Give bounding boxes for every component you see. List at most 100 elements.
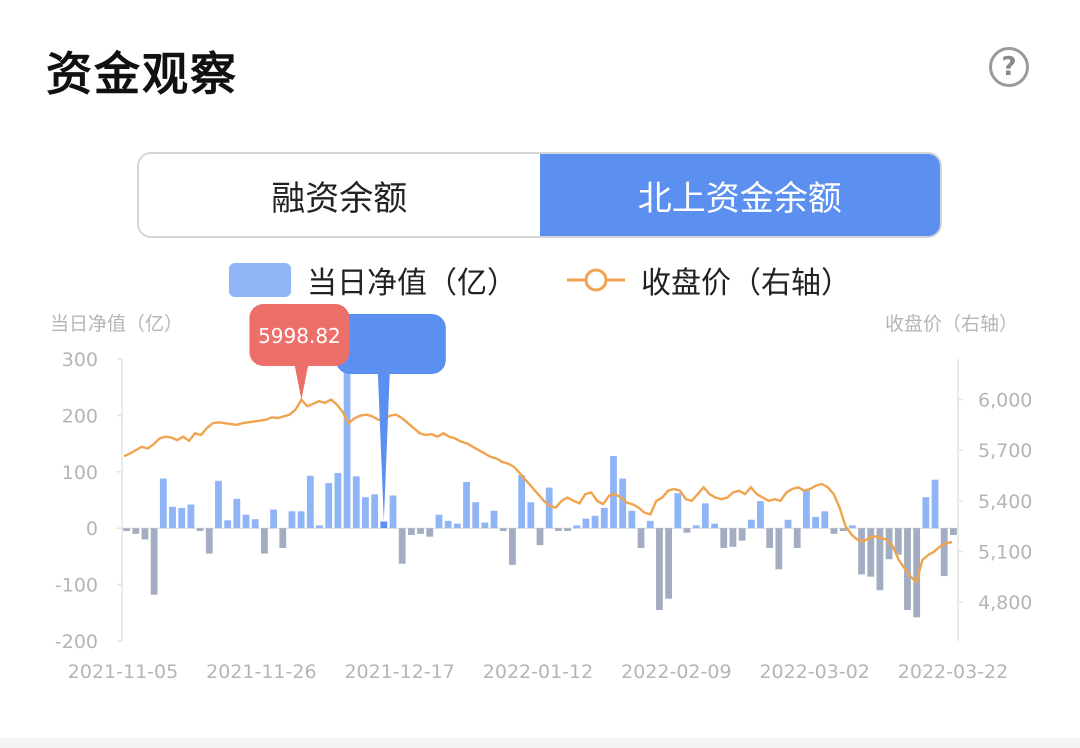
net-flow-bar[interactable]	[435, 514, 443, 529]
net-flow-bar[interactable]	[463, 481, 470, 529]
net-flow-bar[interactable]	[205, 528, 213, 554]
net-flow-bar[interactable]	[656, 528, 663, 610]
net-flow-bar[interactable]	[683, 528, 691, 533]
x-tick-label: 2022-02-09	[621, 661, 731, 683]
net-flow-bar[interactable]	[334, 472, 342, 529]
net-flow-bar[interactable]	[830, 528, 838, 534]
left-axis-title: 当日净值（亿）	[50, 313, 183, 335]
net-flow-bar[interactable]	[591, 515, 599, 529]
net-flow-bar[interactable]	[297, 511, 305, 529]
net-flow-bar[interactable]	[187, 504, 195, 529]
net-flow-bar[interactable]	[215, 480, 222, 529]
net-flow-bar[interactable]	[499, 528, 507, 532]
net-flow-bar[interactable]	[950, 528, 957, 535]
net-flow-bar[interactable]	[610, 456, 617, 529]
net-flow-bar[interactable]	[288, 511, 296, 529]
net-flow-bar[interactable]	[803, 490, 810, 529]
net-flow-bar[interactable]	[398, 528, 406, 564]
net-flow-bar[interactable]	[692, 525, 700, 529]
net-flow-bar[interactable]	[720, 528, 728, 548]
net-flow-bar[interactable]	[123, 528, 130, 532]
net-flow-bar[interactable]	[858, 528, 865, 575]
net-flow-bar[interactable]	[426, 528, 434, 537]
net-flow-bar[interactable]	[141, 528, 149, 540]
net-flow-bar[interactable]	[325, 483, 333, 529]
net-flow-bar[interactable]	[362, 497, 369, 529]
net-flow-bar[interactable]	[242, 514, 250, 529]
net-flow-bar[interactable]	[729, 528, 737, 547]
net-flow-bar[interactable]	[711, 523, 718, 529]
net-flow-bar[interactable]	[628, 510, 636, 529]
legend-item-close[interactable]: 收盘价（右轴）	[565, 258, 851, 302]
net-flow-bar[interactable]	[518, 475, 526, 529]
left-tick-label: 200	[62, 405, 98, 427]
net-flow-bar[interactable]	[444, 520, 452, 529]
net-flow-bar[interactable]	[545, 487, 553, 529]
left-tick-label: -200	[55, 631, 98, 653]
net-flow-bar[interactable]	[132, 528, 140, 534]
net-flow-bar[interactable]	[747, 519, 755, 529]
net-flow-bar[interactable]	[922, 497, 930, 529]
net-flow-bar[interactable]	[738, 528, 746, 541]
net-flow-bar[interactable]	[196, 528, 204, 532]
net-flow-bar[interactable]	[757, 501, 764, 529]
net-flow-bar[interactable]	[637, 528, 645, 548]
net-flow-bar[interactable]	[159, 478, 167, 529]
net-flow-bar[interactable]	[674, 493, 682, 529]
net-flow-bar[interactable]	[867, 528, 875, 577]
net-flow-bar[interactable]	[306, 475, 314, 529]
bar-tooltip-bubble	[335, 314, 446, 374]
net-flow-bar[interactable]	[812, 516, 820, 529]
net-flow-bar[interactable]	[509, 528, 516, 565]
net-flow-bar[interactable]	[775, 528, 783, 570]
net-flow-bar[interactable]	[279, 528, 287, 548]
net-flow-bar[interactable]	[766, 528, 774, 548]
net-flow-bar[interactable]	[224, 520, 232, 529]
left-tick-label: 300	[62, 349, 98, 371]
fund-flow-chart[interactable]: 5998.82 当日净值（亿） 收盘价（右轴） 300 200 100 0 -100 -200…	[0, 300, 1080, 720]
net-flow-bar[interactable]	[481, 522, 489, 529]
net-flow-bar[interactable]	[646, 520, 654, 529]
net-flow-bar[interactable]	[380, 521, 388, 529]
net-flow-bar[interactable]	[600, 507, 608, 529]
net-flow-bar[interactable]	[260, 528, 268, 554]
x-tick-label: 2021-11-05	[68, 661, 178, 683]
net-flow-bar[interactable]	[407, 528, 415, 535]
net-flow-bar[interactable]	[821, 511, 829, 529]
net-flow-bar[interactable]	[251, 519, 259, 529]
net-flow-bar[interactable]	[472, 502, 480, 529]
net-flow-bar[interactable]	[178, 507, 186, 529]
tab-margin-balance[interactable]: 融资余额	[139, 154, 540, 236]
net-flow-bar[interactable]	[150, 528, 158, 595]
net-flow-bar[interactable]	[940, 528, 948, 577]
bar-tooltip-pointer	[377, 372, 390, 522]
net-flow-bar[interactable]	[665, 528, 673, 599]
help-icon[interactable]: ?	[989, 47, 1029, 87]
net-flow-bar[interactable]	[582, 518, 590, 529]
net-flow-bar[interactable]	[839, 528, 847, 532]
net-flow-bar[interactable]	[490, 510, 498, 529]
net-flow-bar[interactable]	[417, 528, 424, 534]
net-flow-bar[interactable]	[389, 495, 397, 529]
legend-item-net[interactable]: 当日净值（亿）	[229, 258, 517, 302]
net-flow-bar[interactable]	[564, 528, 571, 532]
net-flow-bar[interactable]	[701, 503, 709, 529]
net-flow-bar[interactable]	[527, 502, 535, 529]
net-flow-bar[interactable]	[784, 519, 792, 529]
net-flow-bar[interactable]	[352, 476, 360, 529]
net-flow-bar[interactable]	[371, 494, 379, 529]
net-flow-bar[interactable]	[931, 479, 939, 529]
net-flow-bar[interactable]	[793, 528, 801, 548]
net-flow-bar[interactable]	[270, 509, 277, 529]
tab-northbound-balance[interactable]: 北上资金余额	[539, 154, 940, 236]
net-flow-bar[interactable]	[848, 525, 856, 529]
net-flow-bar[interactable]	[453, 523, 461, 529]
net-flow-bar[interactable]	[536, 528, 544, 546]
net-flow-bar[interactable]	[573, 525, 581, 529]
net-flow-bar[interactable]	[619, 478, 627, 529]
net-flow-bar[interactable]	[316, 525, 323, 529]
legend-line-swatch	[567, 268, 625, 292]
net-flow-bar[interactable]	[169, 506, 176, 529]
net-flow-bar[interactable]	[554, 528, 562, 532]
net-flow-bar[interactable]	[233, 498, 241, 529]
